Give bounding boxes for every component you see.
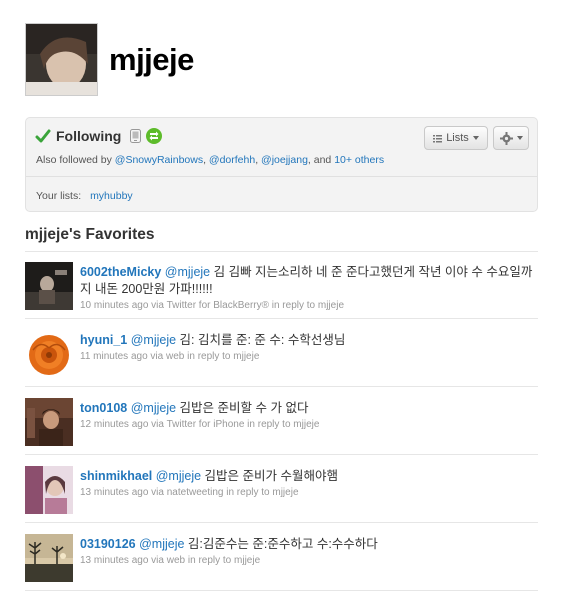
- tweet-item: ton0108 @mjjeje 김밥은 준비할 수 가 없다 12 minute…: [25, 388, 538, 455]
- tweet-content: 김:김준수는 준:준수하고 수:수수하다: [184, 537, 378, 551]
- tweet-content: 김: 김치를 준: 준 수: 수학선생님: [176, 333, 346, 347]
- tweet-source[interactable]: Twitter for BlackBerry®: [167, 300, 269, 311]
- also-followed-and: , and: [307, 154, 332, 166]
- device-notifications-icon[interactable]: [129, 129, 142, 143]
- also-followed-prefix: Also followed by: [36, 154, 112, 166]
- list-icon: [433, 134, 443, 142]
- also-followed-user-link[interactable]: @joejjang: [261, 154, 308, 166]
- tweet-reply-link[interactable]: in reply to mjjeje: [188, 555, 260, 566]
- tweet-timestamp[interactable]: 11 minutes ago: [80, 351, 148, 362]
- tweet-item: 03190126 @mjjeje 김:김준수는 준:준수하고 수:수수하다 13…: [25, 524, 538, 591]
- following-label[interactable]: Following: [56, 128, 121, 144]
- follow-box-divider: [26, 176, 537, 177]
- tweet-content: 김밥은 준비할 수 가 없다: [176, 401, 309, 415]
- tweet-mention[interactable]: @mjjeje: [131, 333, 176, 347]
- tweet-username[interactable]: ton0108: [80, 401, 127, 415]
- also-followed-user-link[interactable]: @dorfehh: [209, 154, 255, 166]
- tweet-username[interactable]: hyuni_1: [80, 333, 127, 347]
- tweet-avatar[interactable]: [25, 262, 73, 310]
- tweet-via: via: [151, 555, 164, 566]
- tweet-reply-link[interactable]: in reply to mjjeje: [187, 351, 259, 362]
- retweet-toggle-icon[interactable]: [146, 128, 163, 144]
- tweet-mention[interactable]: @mjjeje: [131, 401, 176, 415]
- tweet-body: hyuni_1 @mjjeje 김: 김치를 준: 준 수: 수학선생님 11 …: [80, 332, 535, 362]
- tweet-item: 6002theMicky @mjjeje 김 김빠 지는소리하 네 준 준다고했…: [25, 252, 538, 319]
- tweet-text: 03190126 @mjjeje 김:김준수는 준:준수하고 수:수수하다: [80, 536, 535, 553]
- following-status: Following: [35, 128, 163, 144]
- profile-screen-name: mjjeje: [109, 41, 194, 77]
- chevron-down-icon: [472, 136, 479, 140]
- your-lists-label: Your lists:: [36, 190, 82, 202]
- tweet-text: ton0108 @mjjeje 김밥은 준비할 수 가 없다: [80, 400, 535, 417]
- profile-header: mjjeje: [25, 23, 194, 96]
- tweet-via: via: [151, 487, 164, 498]
- also-followed-user-link[interactable]: @SnowyRainbows: [115, 154, 203, 166]
- tweet-text: 6002theMicky @mjjeje 김 김빠 지는소리하 네 준 준다고했…: [80, 264, 535, 298]
- tweet-text: hyuni_1 @mjjeje 김: 김치를 준: 준 수: 수학선생님: [80, 332, 535, 349]
- lists-button[interactable]: Lists: [424, 126, 488, 150]
- tweet-body: shinmikhael @mjjeje 김밥은 준비가 수월해야햄 13 min…: [80, 468, 535, 498]
- also-followed-more-link[interactable]: 10+ others: [334, 154, 384, 166]
- tweet-reply-link[interactable]: in reply to mjjeje: [226, 487, 298, 498]
- tweet-source[interactable]: web: [167, 555, 185, 566]
- your-list-link[interactable]: myhubby: [90, 190, 133, 202]
- tweet-source[interactable]: Twitter for iPhone: [167, 419, 245, 430]
- tweet-content: 김밥은 준비가 수월해야햄: [201, 469, 338, 483]
- tweet-timestamp[interactable]: 10 minutes ago: [80, 300, 148, 311]
- tweet-meta: 13 minutes ago via web in reply to mjjej…: [80, 555, 535, 566]
- lists-button-label: Lists: [446, 132, 469, 144]
- check-icon: [35, 129, 51, 143]
- chevron-down-icon: [516, 136, 523, 140]
- tweet-via: via: [151, 419, 164, 430]
- tweet-timestamp[interactable]: 13 minutes ago: [80, 487, 148, 498]
- tweet-username[interactable]: 03190126: [80, 537, 136, 551]
- tweet-avatar[interactable]: [25, 330, 73, 378]
- tweet-meta: 13 minutes ago via natetweeting in reply…: [80, 487, 535, 498]
- tweet-body: 6002theMicky @mjjeje 김 김빠 지는소리하 네 준 준다고했…: [80, 264, 535, 311]
- tweet-reply-link[interactable]: in reply to mjjeje: [272, 300, 344, 311]
- tweet-avatar[interactable]: [25, 534, 73, 582]
- tweet-body: ton0108 @mjjeje 김밥은 준비할 수 가 없다 12 minute…: [80, 400, 535, 430]
- tweet-mention[interactable]: @mjjeje: [139, 537, 184, 551]
- user-actions-button[interactable]: [493, 126, 529, 150]
- tweet-username[interactable]: 6002theMicky: [80, 265, 161, 279]
- tweet-body: 03190126 @mjjeje 김:김준수는 준:준수하고 수:수수하다 13…: [80, 536, 535, 566]
- tweet-source[interactable]: web: [166, 351, 184, 362]
- profile-avatar[interactable]: [25, 23, 98, 96]
- your-lists: Your lists: myhubby: [36, 190, 133, 202]
- tweet-avatar[interactable]: [25, 398, 73, 446]
- tweet-mention[interactable]: @mjjeje: [165, 265, 210, 279]
- tweet-meta: 10 minutes ago via Twitter for BlackBerr…: [80, 300, 535, 311]
- gear-icon: [499, 131, 513, 145]
- tweet-timestamp[interactable]: 12 minutes ago: [80, 419, 148, 430]
- tweet-item: shinmikhael @mjjeje 김밥은 준비가 수월해야햄 13 min…: [25, 456, 538, 523]
- tweet-avatar[interactable]: [25, 466, 73, 514]
- favorites-heading: mjjeje's Favorites: [25, 226, 155, 243]
- also-followed-by: Also followed by @SnowyRainbows, @dorfeh…: [36, 154, 385, 166]
- tweet-timestamp[interactable]: 13 minutes ago: [80, 555, 148, 566]
- tweet-meta: 11 minutes ago via web in reply to mjjej…: [80, 351, 535, 362]
- tweet-via: via: [150, 351, 164, 362]
- tweet-via: via: [151, 300, 164, 311]
- tweet-item: hyuni_1 @mjjeje 김: 김치를 준: 준 수: 수학선생님 11 …: [25, 320, 538, 387]
- tweet-reply-link[interactable]: in reply to mjjeje: [247, 419, 319, 430]
- tweet-text: shinmikhael @mjjeje 김밥은 준비가 수월해야햄: [80, 468, 535, 485]
- tweet-source[interactable]: natetweeting: [167, 487, 224, 498]
- tweet-username[interactable]: shinmikhael: [80, 469, 152, 483]
- tweet-mention[interactable]: @mjjeje: [156, 469, 201, 483]
- tweet-meta: 12 minutes ago via Twitter for iPhone in…: [80, 419, 535, 430]
- follow-box: Following Lists Also followed by @SnowyR…: [25, 117, 538, 212]
